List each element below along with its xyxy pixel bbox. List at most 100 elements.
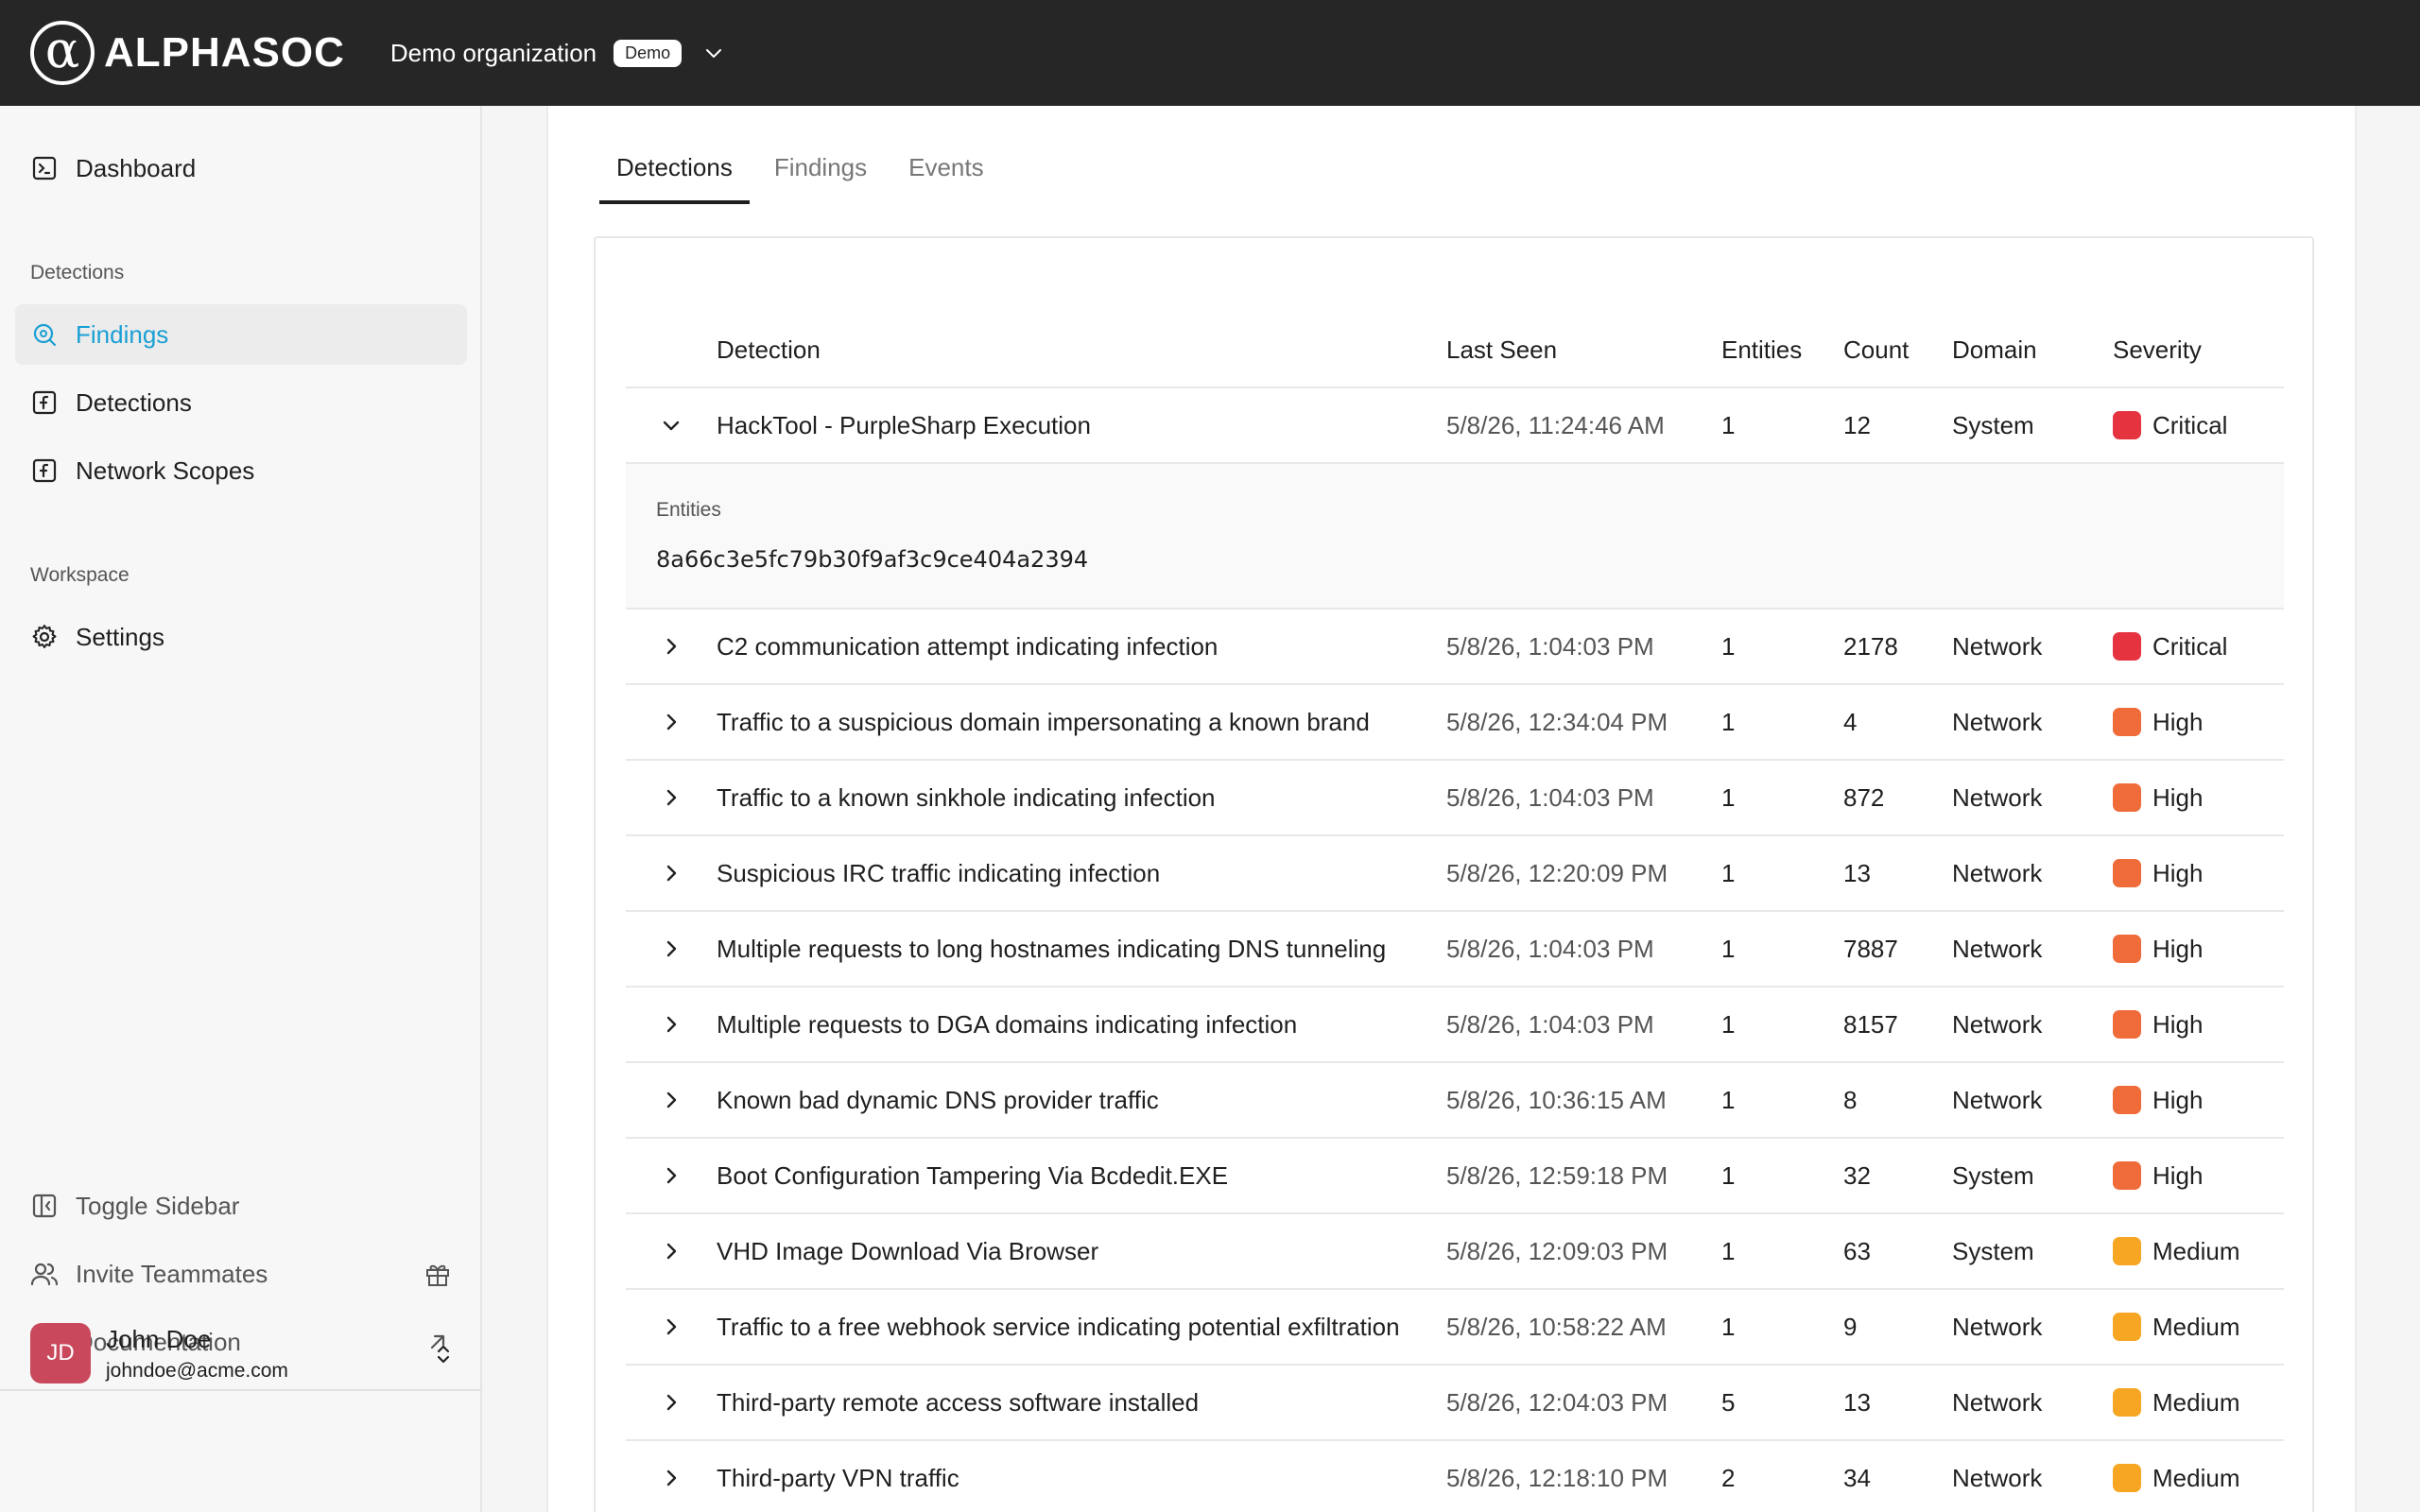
domain: Network [1952, 1440, 2113, 1512]
severity-label: High [2152, 782, 2204, 812]
last-seen: 5/8/26, 10:36:15 AM [1446, 1062, 1721, 1139]
sidebar-item-toggle-sidebar[interactable]: Toggle Sidebar [15, 1176, 467, 1236]
table-row[interactable]: VHD Image Download Via Browser 5/8/26, 12… [626, 1213, 2284, 1290]
logo-mark: α [30, 21, 95, 85]
logo[interactable]: α ALPHASOC [30, 21, 345, 85]
org-switcher[interactable]: Demo organization Demo [390, 39, 725, 68]
header-domain[interactable]: Domain [1952, 314, 2113, 388]
detection-name[interactable]: Boot Configuration Tampering Via Bcdedit… [717, 1138, 1446, 1214]
chevron-right-icon[interactable] [626, 1072, 717, 1128]
domain: Network [1952, 760, 2113, 836]
table-row[interactable]: Third-party VPN traffic 5/8/26, 12:18:10 … [626, 1440, 2284, 1512]
severity-badge: High [2113, 783, 2284, 813]
header-last-seen[interactable]: Last Seen [1446, 314, 1721, 388]
severity-badge: Medium [2113, 1464, 2284, 1493]
chevron-right-icon[interactable] [626, 694, 717, 750]
expanded-cell: Entities 8a66c3e5fc79b30f9af3c9ce404a2394 [626, 463, 2284, 610]
severity-label: High [2152, 934, 2204, 963]
chevron-right-icon[interactable] [626, 1450, 717, 1506]
severity-label: Medium [2152, 1463, 2240, 1492]
sidebar-item-settings[interactable]: Settings [15, 607, 467, 667]
table-body: HackTool - PurpleSharp Execution 5/8/26, … [626, 387, 2284, 1512]
terminal-icon [30, 154, 59, 182]
last-seen: 5/8/26, 11:24:46 AM [1446, 387, 1721, 464]
domain: System [1952, 387, 2113, 464]
chevron-right-icon[interactable] [626, 845, 717, 902]
event-count: 8 [1843, 1062, 1952, 1139]
sidebar-item-detections[interactable]: Detections [15, 372, 467, 433]
detection-name[interactable]: Known bad dynamic DNS provider traffic [717, 1062, 1446, 1139]
detection-name[interactable]: Multiple requests to long hostnames indi… [717, 911, 1446, 988]
last-seen: 5/8/26, 10:58:22 AM [1446, 1289, 1721, 1366]
user-menu[interactable]: JD John Doe johndoe@acme.com [30, 1311, 456, 1396]
sidebar-item-dashboard[interactable]: Dashboard [15, 138, 467, 198]
severity-badge: High [2113, 1010, 2284, 1040]
table-row[interactable]: Known bad dynamic DNS provider traffic 5/… [626, 1062, 2284, 1139]
sidebar-item-network-scopes[interactable]: Network Scopes [15, 440, 467, 501]
table-row[interactable]: Suspicious IRC traffic indicating infect… [626, 835, 2284, 912]
severity-cell: Medium [2113, 1213, 2284, 1290]
chevron-right-icon[interactable] [626, 618, 717, 675]
entities-count: 2 [1721, 1440, 1843, 1512]
table-row[interactable]: C2 communication attempt indicating infe… [626, 609, 2284, 685]
detection-name[interactable]: Traffic to a free webhook service indica… [717, 1289, 1446, 1366]
severity-badge: Medium [2113, 1313, 2284, 1342]
severity-cell: Critical [2113, 609, 2284, 685]
severity-label: High [2152, 707, 2204, 736]
header-detection[interactable]: Detection [717, 314, 1446, 388]
chevron-right-icon[interactable] [626, 1374, 717, 1431]
event-count: 13 [1843, 1365, 1952, 1441]
chevron-right-icon[interactable] [626, 996, 717, 1053]
detection-name[interactable]: VHD Image Download Via Browser [717, 1213, 1446, 1290]
severity-dot [2113, 1161, 2141, 1190]
tab-events[interactable]: Events [891, 129, 1001, 204]
detection-name[interactable]: Suspicious IRC traffic indicating infect… [717, 835, 1446, 912]
sidebar-item-findings[interactable]: Findings [15, 304, 467, 365]
sidebar-item-invite-teammates[interactable]: Invite Teammates [15, 1244, 467, 1304]
table-row[interactable]: Traffic to a known sinkhole indicating i… [626, 760, 2284, 836]
chevron-right-icon[interactable] [626, 920, 717, 977]
tab-findings[interactable]: Findings [757, 129, 884, 204]
detections-table: Detection Last Seen Entities Count Domai… [626, 314, 2284, 1512]
header-entities[interactable]: Entities [1721, 314, 1843, 388]
header-severity[interactable]: Severity [2113, 314, 2284, 388]
table-row[interactable]: Boot Configuration Tampering Via Bcdedit… [626, 1138, 2284, 1214]
chevron-down-icon[interactable] [626, 397, 717, 454]
detection-name[interactable]: Third-party remote access software insta… [717, 1365, 1446, 1441]
detection-name[interactable]: C2 communication attempt indicating infe… [717, 609, 1446, 685]
table-row[interactable]: Third-party remote access software insta… [626, 1365, 2284, 1441]
severity-label: Critical [2152, 410, 2228, 439]
severity-badge: High [2113, 1086, 2284, 1115]
last-seen: 5/8/26, 1:04:03 PM [1446, 609, 1721, 685]
table-row[interactable]: Multiple requests to long hostnames indi… [626, 911, 2284, 988]
detection-name[interactable]: Traffic to a known sinkhole indicating i… [717, 760, 1446, 836]
header-count[interactable]: Count [1843, 314, 1952, 388]
main-content: Detections Findings Events Detection Las… [546, 106, 2357, 1512]
last-seen: 5/8/26, 12:18:10 PM [1446, 1440, 1721, 1512]
severity-label: High [2152, 1009, 2204, 1039]
severity-label: High [2152, 858, 2204, 887]
chevron-right-icon[interactable] [626, 1298, 717, 1355]
table-row[interactable]: HackTool - PurpleSharp Execution 5/8/26, … [626, 387, 2284, 464]
event-count: 9 [1843, 1289, 1952, 1366]
detection-name[interactable]: HackTool - PurpleSharp Execution [717, 387, 1446, 464]
chevron-right-icon[interactable] [626, 1223, 717, 1280]
detection-name[interactable]: Third-party VPN traffic [717, 1440, 1446, 1512]
table-row[interactable]: Traffic to a free webhook service indica… [626, 1289, 2284, 1366]
detection-name[interactable]: Multiple requests to DGA domains indicat… [717, 987, 1446, 1063]
entity-id[interactable]: 8a66c3e5fc79b30f9af3c9ce404a2394 [656, 546, 2284, 573]
chevron-right-icon[interactable] [626, 769, 717, 826]
detections-card: Detection Last Seen Entities Count Domai… [594, 236, 2314, 1512]
table-row[interactable]: Multiple requests to DGA domains indicat… [626, 987, 2284, 1063]
tab-detections[interactable]: Detections [599, 129, 750, 204]
sidebar-toggle-icon [30, 1192, 59, 1220]
detection-name[interactable]: Traffic to a suspicious domain impersona… [717, 684, 1446, 761]
severity-cell: High [2113, 760, 2284, 836]
expand-cell [626, 1289, 717, 1366]
severity-label: High [2152, 1160, 2204, 1190]
org-name: Demo organization [389, 38, 597, 67]
chevron-right-icon[interactable] [626, 1147, 717, 1204]
domain: Network [1952, 987, 2113, 1063]
sidebar-item-label: Findings [76, 319, 169, 349]
table-row[interactable]: Traffic to a suspicious domain impersona… [626, 684, 2284, 761]
